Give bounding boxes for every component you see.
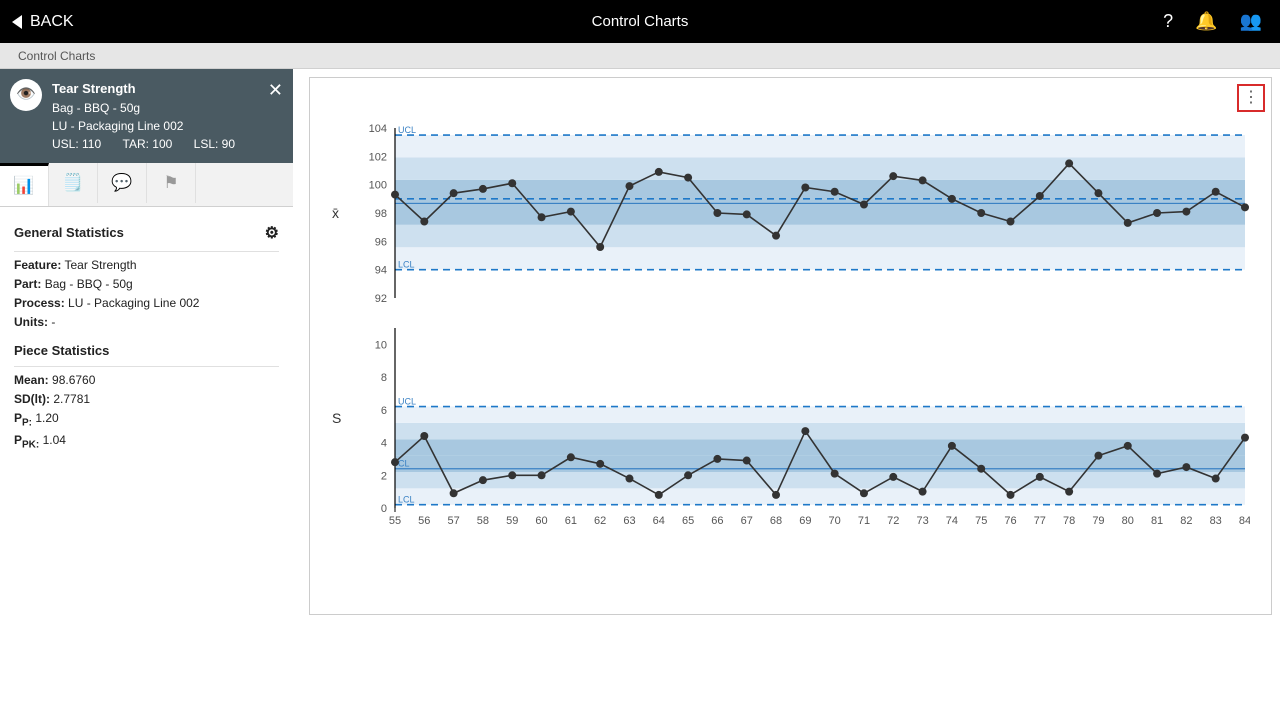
tab-flag-icon[interactable]: ⚑: [147, 163, 196, 203]
svg-text:92: 92: [375, 293, 387, 305]
piece-stats-title: Piece Statistics: [14, 343, 109, 358]
units-lbl: Units:: [14, 315, 48, 329]
control-chart[interactable]: UCLLCL92949698100102104x̄UCLLCLCL0246810…: [310, 78, 1250, 608]
usl-label: USL: 110: [52, 135, 101, 153]
svg-text:55: 55: [389, 515, 401, 527]
lsl-label: LSL: 90: [194, 135, 235, 153]
tab-comment-icon[interactable]: 💬: [98, 163, 147, 203]
help-icon[interactable]: ?: [1163, 11, 1173, 32]
svg-text:CL: CL: [398, 459, 410, 469]
svg-text:0: 0: [381, 503, 387, 515]
svg-text:66: 66: [711, 515, 723, 527]
svg-text:UCL: UCL: [398, 397, 416, 407]
svg-text:62: 62: [594, 515, 606, 527]
svg-text:73: 73: [916, 515, 928, 527]
general-stats-title: General Statistics: [14, 225, 124, 240]
svg-text:8: 8: [381, 372, 387, 384]
svg-text:79: 79: [1092, 515, 1104, 527]
svg-text:77: 77: [1034, 515, 1046, 527]
tar-label: TAR: 100: [123, 135, 173, 153]
svg-text:10: 10: [375, 339, 387, 351]
tab-chart-icon[interactable]: 📊: [0, 163, 49, 206]
back-button[interactable]: BACK: [0, 13, 74, 31]
svg-text:59: 59: [506, 515, 518, 527]
gear-icon[interactable]: ⚙: [265, 223, 279, 243]
svg-text:63: 63: [623, 515, 635, 527]
svg-text:LCL: LCL: [398, 260, 415, 270]
process-val: LU - Packaging Line 002: [68, 296, 199, 310]
chevron-left-icon: [12, 15, 22, 29]
mean-val: 98.6760: [52, 373, 95, 387]
svg-text:94: 94: [375, 265, 387, 277]
feature-process: LU - Packaging Line 002: [52, 117, 281, 135]
svg-text:102: 102: [369, 151, 387, 163]
breadcrumb: Control Charts: [0, 43, 1280, 69]
users-icon[interactable]: 👥: [1240, 11, 1262, 32]
svg-text:4: 4: [381, 438, 387, 450]
kebab-icon[interactable]: ⋮: [1237, 84, 1265, 112]
svg-text:UCL: UCL: [398, 125, 416, 135]
svg-text:96: 96: [375, 236, 387, 248]
svg-text:LCL: LCL: [398, 495, 415, 505]
svg-text:81: 81: [1151, 515, 1163, 527]
svg-text:2: 2: [381, 470, 387, 482]
svg-text:71: 71: [858, 515, 870, 527]
svg-text:75: 75: [975, 515, 987, 527]
svg-text:74: 74: [946, 515, 958, 527]
svg-text:80: 80: [1122, 515, 1134, 527]
svg-text:84: 84: [1239, 515, 1250, 527]
back-label: BACK: [30, 13, 74, 31]
svg-text:67: 67: [741, 515, 753, 527]
svg-text:6: 6: [381, 405, 387, 417]
svg-text:65: 65: [682, 515, 694, 527]
breadcrumb-item[interactable]: Control Charts: [18, 49, 95, 63]
svg-text:56: 56: [418, 515, 430, 527]
feature-icon: 👁️: [10, 79, 42, 111]
ppk-val: 1.04: [43, 433, 66, 447]
feature-val: Tear Strength: [64, 258, 136, 272]
units-val: -: [51, 315, 55, 329]
page-title: Control Charts: [0, 13, 1280, 30]
side-tabs: 📊 🗒️ 💬 ⚑: [0, 163, 293, 207]
feature-lbl: Feature:: [14, 258, 61, 272]
sd-val: 2.7781: [53, 392, 90, 406]
svg-text:60: 60: [535, 515, 547, 527]
svg-text:78: 78: [1063, 515, 1075, 527]
pp-val: 1.20: [35, 411, 58, 425]
svg-text:82: 82: [1180, 515, 1192, 527]
svg-text:72: 72: [887, 515, 899, 527]
sd-lbl: SD(lt):: [14, 392, 50, 406]
side-panel: 👁️ ✕ Tear Strength Bag - BBQ - 50g LU - …: [0, 69, 293, 720]
svg-text:64: 64: [653, 515, 665, 527]
mean-lbl: Mean:: [14, 373, 49, 387]
part-lbl: Part:: [14, 277, 41, 291]
svg-text:70: 70: [829, 515, 841, 527]
svg-text:61: 61: [565, 515, 577, 527]
process-lbl: Process:: [14, 296, 65, 310]
svg-text:58: 58: [477, 515, 489, 527]
svg-text:104: 104: [369, 123, 387, 135]
bell-icon[interactable]: 🔔: [1195, 11, 1217, 32]
svg-text:76: 76: [1004, 515, 1016, 527]
svg-text:100: 100: [369, 180, 387, 192]
svg-text:98: 98: [375, 208, 387, 220]
svg-text:S: S: [332, 410, 341, 426]
svg-text:68: 68: [770, 515, 782, 527]
svg-text:69: 69: [799, 515, 811, 527]
feature-title: Tear Strength: [52, 79, 281, 99]
svg-text:83: 83: [1210, 515, 1222, 527]
svg-text:57: 57: [447, 515, 459, 527]
svg-text:x̄: x̄: [332, 205, 339, 221]
stats-panel: General Statistics ⚙ Feature: Tear Stren…: [0, 207, 293, 468]
app-header: BACK Control Charts ? 🔔 👥: [0, 0, 1280, 43]
chart-card: ⋮ UCLLCL92949698100102104x̄UCLLCLCL02468…: [309, 77, 1272, 615]
tab-data-icon[interactable]: 🗒️: [49, 163, 98, 203]
close-icon[interactable]: ✕: [268, 77, 283, 104]
part-val: Bag - BBQ - 50g: [45, 277, 133, 291]
feature-header: 👁️ ✕ Tear Strength Bag - BBQ - 50g LU - …: [0, 69, 293, 163]
feature-part: Bag - BBQ - 50g: [52, 99, 281, 117]
